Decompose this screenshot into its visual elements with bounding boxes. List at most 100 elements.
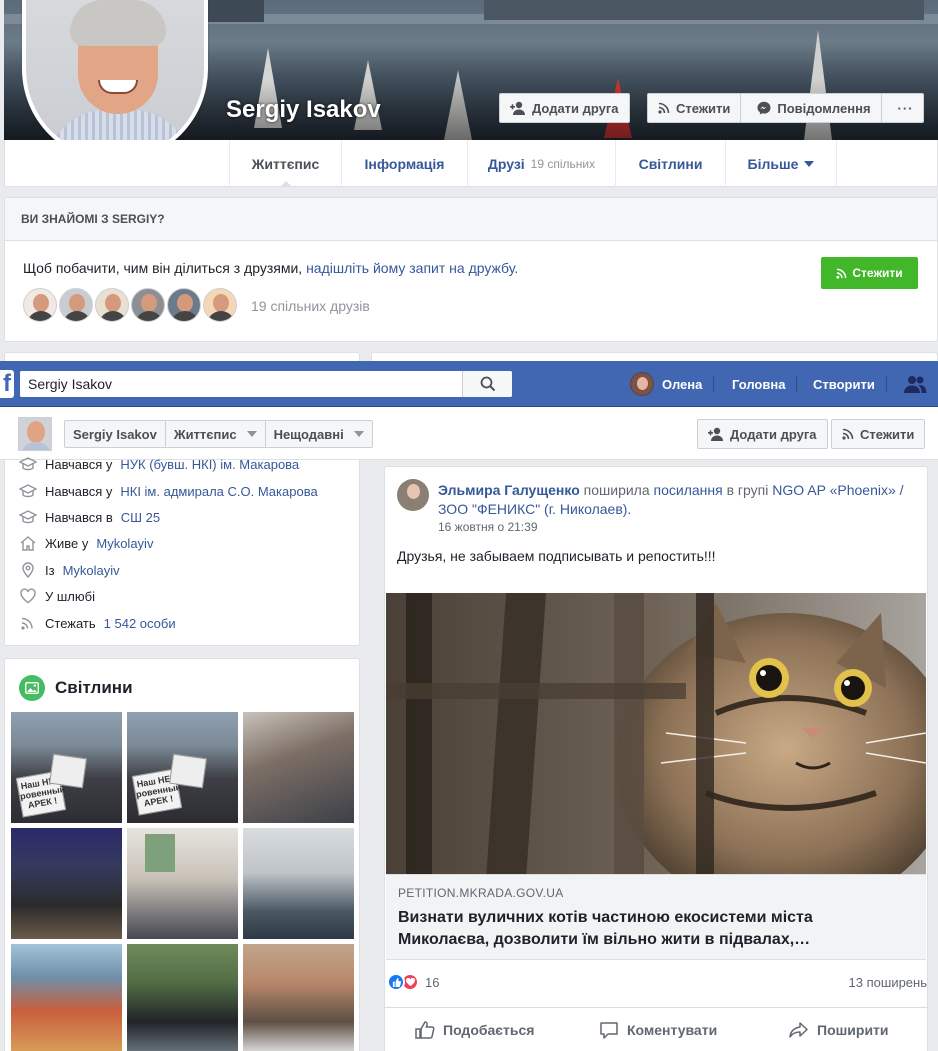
link-preview[interactable]: PETITION.MKRADA.GOV.UA Визнати вуличних … (386, 874, 926, 960)
link-preview-image[interactable] (386, 593, 926, 874)
friend-avatar[interactable] (95, 288, 129, 322)
friend-avatar[interactable] (131, 288, 165, 322)
nav-profile[interactable]: Олена (630, 361, 715, 407)
know-text: Щоб побачити, чим він ділиться з друзями… (23, 260, 518, 276)
photo-thumbnail[interactable]: Наш НЕ- ровенный АРЕК ! (11, 712, 122, 823)
intro-link[interactable]: НУК (бувш. НКІ) ім. Макарова (120, 457, 299, 472)
nav-create[interactable]: Створити (801, 361, 887, 407)
intro-item-relationship: У шлюбі (19, 588, 95, 604)
photos-icon (19, 675, 45, 701)
photo-thumbnail[interactable] (127, 828, 238, 939)
post-link-word[interactable]: посилання (654, 482, 723, 498)
follow-button[interactable]: Стежити (648, 94, 742, 122)
search-input[interactable] (20, 371, 462, 397)
profile-picture[interactable] (22, 0, 208, 162)
intro-link[interactable]: Mykolayiv (63, 563, 120, 578)
photo-thumbnail[interactable] (11, 828, 122, 939)
rss-icon (842, 428, 854, 440)
photo-thumbnail[interactable]: Наш НЕ- ровенный АРЕК ! (127, 712, 238, 823)
share-button[interactable]: Поширити (789, 1008, 889, 1051)
friend-avatar[interactable] (203, 288, 237, 322)
location-pin-icon (22, 562, 34, 578)
link-title[interactable]: Визнати вуличних котів частиною екосисте… (398, 907, 898, 951)
intro-text: Із (45, 562, 55, 578)
intro-text: Стежать (45, 615, 96, 631)
friend-requests-button[interactable] (900, 361, 930, 407)
friend-avatar[interactable] (59, 288, 93, 322)
breadcrumb-timeline[interactable]: Життєпис (166, 421, 266, 447)
message-label: Повідомлення (777, 100, 871, 116)
photo-thumbnail[interactable] (127, 944, 238, 1051)
intro-item-from: Із Mykolayiv (19, 562, 120, 578)
reaction-count: 16 (425, 974, 440, 990)
tab-friends-count: 19 спільних (530, 156, 596, 171)
add-friend-icon (708, 427, 723, 441)
education-icon (19, 510, 37, 524)
know-person-card: ВИ ЗНАЙОМІ З SERGIY? Щоб побачити, чим в… (4, 197, 938, 342)
profile-name[interactable]: Sergiy Isakov (226, 96, 381, 124)
comment-button[interactable]: Коментувати (599, 1008, 717, 1051)
timeline-navigation: Життєпис Інформація Друзі 19 спільних Св… (4, 140, 938, 187)
chevron-down-icon (246, 431, 257, 437)
add-friend-icon (510, 101, 525, 115)
post-in-group-text: в групі (726, 482, 769, 498)
share-label: Поширити (817, 1022, 889, 1038)
tab-label: Життєпис (251, 155, 320, 172)
tab-friends[interactable]: Друзі 19 спільних (467, 140, 615, 187)
sticky-add-friend-button[interactable]: Додати друга (697, 419, 828, 449)
intro-text: Навчався у (45, 483, 113, 499)
nav-create-label: Створити (813, 376, 875, 392)
breadcrumb-name[interactable]: Sergiy Isakov (65, 421, 166, 447)
like-button[interactable]: Подобається (415, 1008, 534, 1051)
photo-thumbnail[interactable] (11, 944, 122, 1051)
photo-thumbnail[interactable] (243, 712, 354, 823)
top-bluebar: f Олена Головна Створити (0, 361, 938, 407)
photos-title[interactable]: Світлини (19, 675, 133, 701)
breadcrumb-label: Життєпис (173, 426, 237, 442)
intro-link[interactable]: Mykolayiv (96, 536, 153, 551)
tab-about[interactable]: Інформація (341, 140, 467, 187)
search-button[interactable] (462, 371, 512, 397)
sticky-follow-button[interactable]: Стежити (831, 419, 926, 449)
photo-thumbnail[interactable] (243, 828, 354, 939)
more-button[interactable]: ··· (888, 94, 924, 122)
tab-more[interactable]: Більше (725, 140, 837, 187)
tab-label: Світлини (638, 155, 703, 172)
send-friend-request-link[interactable]: надішліть йому запит на дружбу. (306, 260, 518, 276)
friend-requests-icon (904, 376, 927, 393)
shares-count[interactable]: 13 поширень (849, 975, 927, 990)
more-icon: ··· (897, 100, 914, 116)
shared-post: Эльмира Галущенко поширила посилання в г… (384, 466, 928, 1051)
facebook-logo[interactable]: f (0, 370, 14, 398)
post-timestamp[interactable]: 16 жовтня о 21:39 (438, 520, 538, 534)
friend-avatar[interactable] (167, 288, 201, 322)
intro-link[interactable]: 1 542 особи (104, 616, 176, 631)
know-heading: ВИ ЗНАЙОМІ З SERGIY? (5, 198, 937, 241)
add-friend-button[interactable]: Додати друга (499, 93, 630, 123)
sticky-profile-header: Sergiy Isakov Життєпис Нещодавні Додати … (0, 407, 938, 460)
post-author-avatar[interactable] (397, 479, 429, 511)
comment-label: Коментувати (627, 1022, 718, 1038)
tab-timeline[interactable]: Життєпис (229, 140, 341, 187)
tab-photos[interactable]: Світлини (615, 140, 725, 187)
post-header: Эльмира Галущенко поширила посилання в г… (438, 481, 908, 519)
follow-green-button[interactable]: Стежити (821, 257, 918, 289)
intro-text: Навчався в (45, 509, 113, 525)
message-button[interactable]: Повідомлення (747, 94, 882, 122)
sticky-add-friend-label: Додати друга (730, 426, 817, 442)
reactions-summary[interactable]: 16 (387, 973, 439, 991)
post-action-text: поширила (583, 482, 650, 498)
thumbs-up-icon (415, 1021, 435, 1039)
nav-home[interactable]: Головна (720, 361, 798, 407)
friend-avatar[interactable] (23, 288, 57, 322)
intro-link[interactable]: НКІ ім. адмирала С.О. Макарова (120, 484, 317, 499)
photo-thumbnail[interactable] (243, 944, 354, 1051)
breadcrumb-recent[interactable]: Нещодавні (266, 421, 372, 447)
mutual-friends-count[interactable]: 19 спільних друзів (251, 298, 370, 314)
sticky-avatar[interactable] (18, 417, 52, 451)
post-author[interactable]: Эльмира Галущенко (438, 482, 580, 498)
tab-label: Більше (747, 155, 799, 172)
education-icon (19, 484, 37, 498)
intro-link[interactable]: СШ 25 (121, 510, 160, 525)
chevron-down-icon (353, 431, 364, 437)
